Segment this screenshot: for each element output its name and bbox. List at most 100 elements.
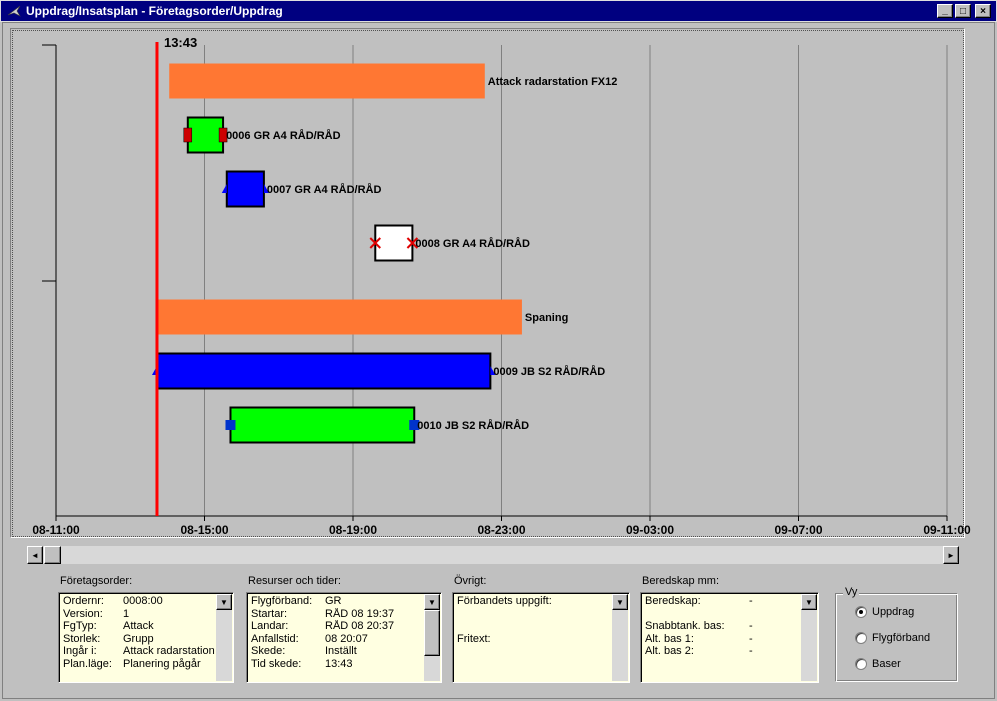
current-time-label: 13:43	[164, 35, 197, 50]
axis-tick-label: 08-23:00	[477, 523, 525, 537]
resurser-box[interactable]: Flygförband: GR Startar: RÅD 08 19:37 Landar…	[246, 592, 442, 683]
info-value: -	[749, 620, 753, 632]
info-value: Grupp	[123, 632, 154, 645]
bar-label: 0010 JB S2 RÅD/RÅD	[417, 419, 529, 432]
info-row: Alt. bas 1: -	[645, 633, 800, 646]
info-row: Startar: RÅD 08 19:37	[251, 608, 423, 621]
info-value	[491, 633, 611, 646]
scroll-down-button[interactable]: ▼	[216, 594, 232, 610]
info-key	[645, 608, 749, 621]
info-key: Alt. bas 2:	[645, 645, 694, 657]
info-value: GR	[325, 595, 342, 607]
foretagsorder-label: Företagsorder:	[60, 575, 133, 587]
info-row: Skede: Inställt	[251, 645, 423, 658]
info-key: Ingår i:	[63, 645, 97, 657]
info-key: Alt. bas 1:	[645, 632, 694, 645]
info-key: Förbandets uppgift:	[457, 595, 552, 607]
info-key: Ordernr:	[63, 595, 104, 607]
red-square-marker	[183, 127, 193, 143]
beredskap-label: Beredskap mm:	[642, 575, 720, 587]
info-value	[552, 595, 611, 608]
info-value: Attack radarstation FX	[123, 645, 215, 657]
info-value: RÅD 08 19:37	[325, 607, 395, 620]
scroll-thumb[interactable]	[424, 610, 440, 656]
scroll-down-button[interactable]: ▼	[424, 594, 440, 610]
gantt-bar[interactable]	[229, 406, 416, 444]
info-value: Attack	[123, 620, 154, 632]
info-row: Ordernr: 0008:00	[63, 595, 215, 608]
info-key: Flygförband:	[251, 595, 313, 607]
info-row: Fritext:	[457, 633, 611, 646]
radio-button[interactable]	[855, 658, 867, 670]
resurser-label: Resurser och tider:	[248, 575, 341, 587]
info-value: 1	[123, 607, 130, 620]
info-value	[457, 620, 611, 633]
ovrigt-label: Övrigt:	[454, 575, 487, 587]
info-row: Anfallstid: 08 20:07	[251, 633, 423, 646]
vy-group-title: Vy	[843, 586, 860, 598]
gantt-chart[interactable]: 08-11:00 08-15:00 08-19:00 08-23:00 09-03:00…	[0, 0, 997, 545]
info-value: RÅD 08 20:37	[325, 620, 395, 632]
info-row	[457, 608, 611, 621]
beredskap-scrollbar[interactable]: ▲ ▼	[801, 594, 817, 681]
info-key: Startar:	[251, 607, 288, 620]
resurser-scrollbar[interactable]: ▲ ▼	[424, 594, 440, 681]
gantt-bar[interactable]	[186, 116, 225, 154]
bar-label: 0007 GR A4 RÅD/RÅD	[267, 183, 382, 196]
scroll-down-button[interactable]: ▼	[612, 594, 628, 610]
ovrigt-scrollbar[interactable]: ▲ ▼	[612, 594, 628, 681]
info-value: -	[749, 595, 753, 607]
ovrigt-box[interactable]: Förbandets uppgift: Fritext: ▲ ▼	[452, 592, 630, 683]
gantt-bar[interactable]	[156, 299, 522, 335]
axis-tick-label: 08-15:00	[180, 523, 228, 537]
bar-label: 0006 GR A4 RÅD/RÅD	[226, 129, 341, 142]
scroll-left-button[interactable]: ◄	[27, 546, 43, 564]
gantt-bar[interactable]	[169, 63, 485, 99]
info-key: Anfallstid:	[251, 632, 299, 645]
radio-button[interactable]	[855, 606, 867, 618]
info-value	[457, 608, 611, 621]
info-row: Ingår i: Attack radarstation FX	[63, 645, 215, 658]
blue-square-marker	[225, 420, 236, 430]
info-key: Tid skede:	[251, 657, 302, 670]
info-row: Storlek: Grupp	[63, 633, 215, 646]
info-value: -	[749, 645, 753, 657]
info-value: 08 20:07	[325, 632, 368, 645]
foretagsorder-scrollbar[interactable]: ▲ ▼	[216, 594, 232, 681]
info-key: Snabbtank. bas:	[645, 620, 725, 632]
beredskap-box[interactable]: Beredskap: - Snabbtank. bas: - Alt. bas 1: - A…	[640, 592, 819, 683]
axis-tick-label: 08-19:00	[329, 523, 377, 537]
timeline-scrollbar[interactable]: ◄ ►	[27, 546, 959, 564]
info-row: Beredskap: -	[645, 595, 800, 608]
info-key: Plan.läge:	[63, 657, 112, 670]
info-key: Skede:	[251, 645, 286, 657]
axis-tick-label: 09-11:00	[923, 523, 971, 537]
info-row: Landar: RÅD 08 20:37	[251, 620, 423, 633]
info-row	[645, 608, 800, 621]
radio-baser[interactable]: Baser	[855, 658, 901, 670]
info-key: FgTyp:	[63, 620, 97, 632]
radio-button[interactable]	[855, 632, 867, 644]
gantt-bar[interactable]	[225, 170, 265, 208]
info-value: Inställt	[325, 645, 357, 657]
info-key: Fritext:	[457, 632, 491, 645]
axis-tick-label: 08-11:00	[32, 523, 80, 537]
info-value: -	[749, 632, 753, 645]
radio-uppdrag[interactable]: Uppdrag	[855, 606, 914, 618]
gantt-bar[interactable]	[374, 224, 414, 262]
info-row: Flygförband: GR	[251, 595, 423, 608]
scroll-thumb[interactable]	[44, 546, 61, 564]
info-value: 0008:00	[123, 595, 163, 607]
axis-tick-label: 09-03:00	[626, 523, 674, 537]
foretagsorder-box[interactable]: Ordernr: 0008:00 Version: 1 FgTyp: Attack Stor…	[58, 592, 234, 683]
info-row: FgTyp: Attack	[63, 620, 215, 633]
scroll-right-button[interactable]: ►	[943, 546, 959, 564]
scroll-down-button[interactable]: ▼	[801, 594, 817, 610]
bar-label: Spaning	[525, 312, 568, 324]
bar-label: 0009 JB S2 RÅD/RÅD	[493, 365, 605, 378]
info-row: Alt. bas 2: -	[645, 645, 800, 658]
radio-flygforband[interactable]: Flygförband	[855, 632, 930, 644]
info-value: 13:43	[325, 657, 353, 670]
gantt-bar[interactable]	[155, 352, 492, 390]
bar-label: Attack radarstation FX12	[488, 76, 618, 88]
